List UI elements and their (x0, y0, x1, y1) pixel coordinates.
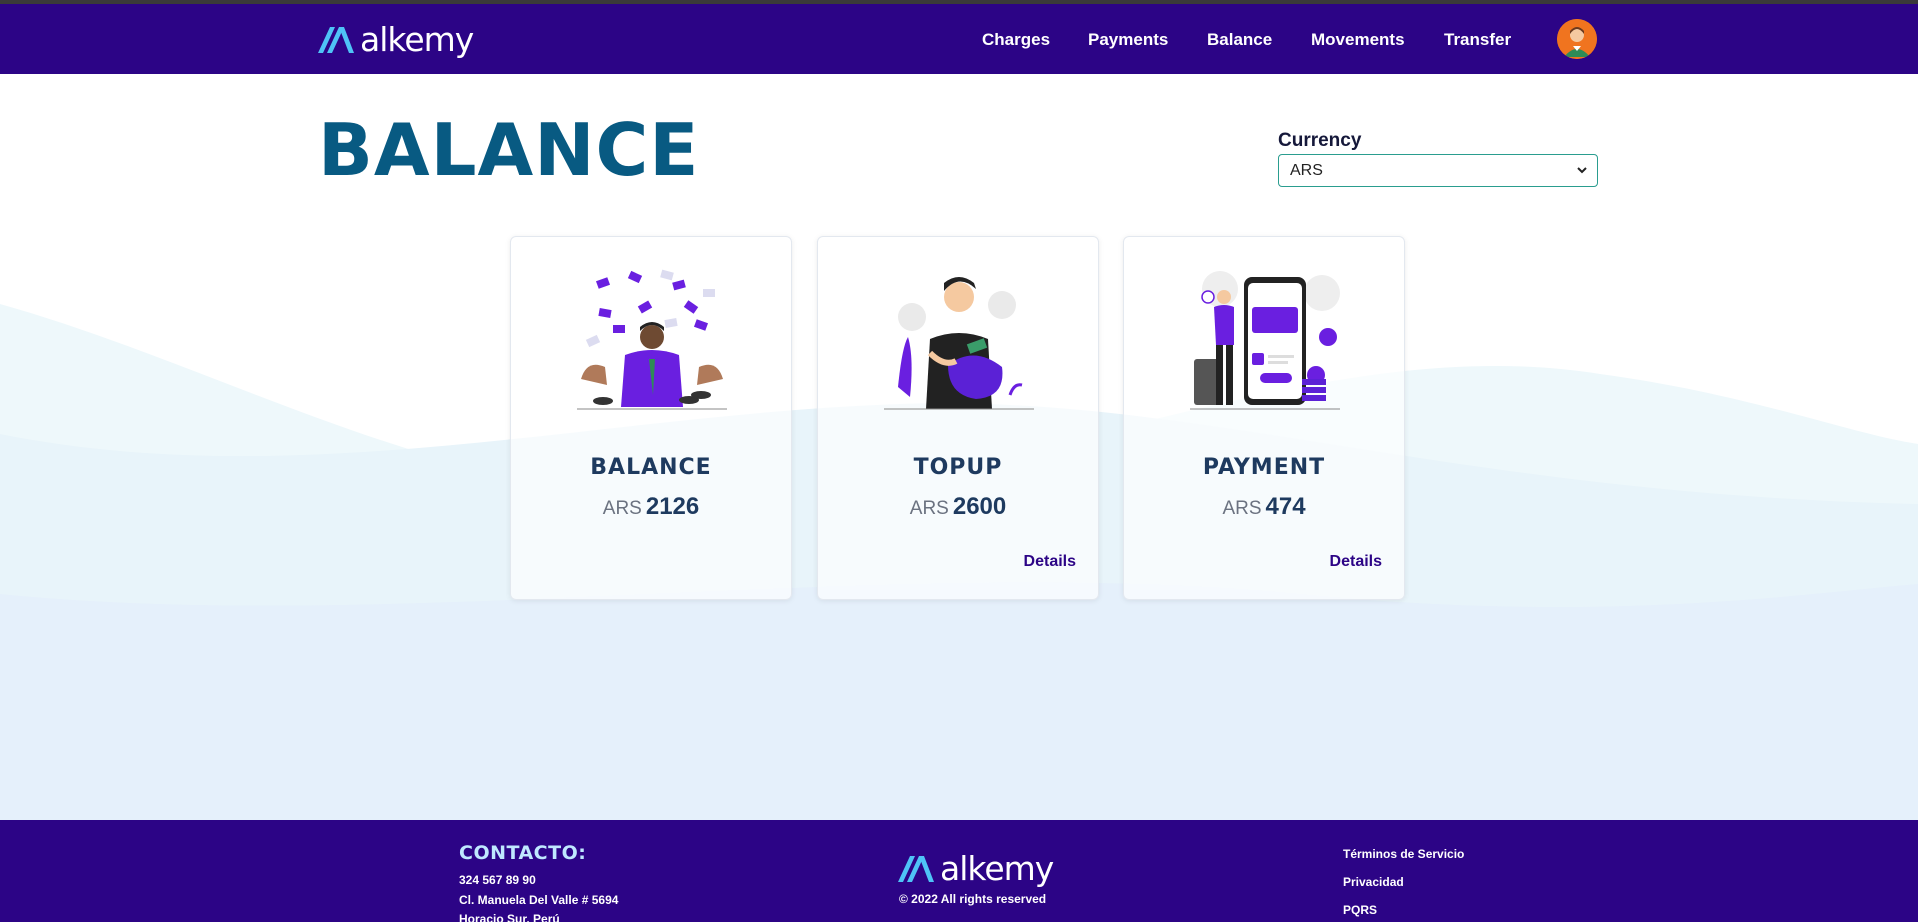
main-content: BALANCE Currency ARS BALANCE ARS 2126 TO… (0, 74, 1918, 820)
card-currency: ARS (909, 498, 949, 519)
footer-brand-name: alkemy (940, 849, 1054, 888)
footer-link-privacy[interactable]: Privacidad (1343, 875, 1404, 889)
footer-link-pqrs[interactable]: PQRS (1343, 903, 1377, 917)
card-amount: ARS 474 (1124, 495, 1404, 519)
nav-link-balance[interactable]: Balance (1207, 30, 1272, 50)
page-title: BALANCE (318, 108, 700, 192)
payment-details-link[interactable]: Details (1330, 553, 1382, 571)
footer-city: Horacio Sur, Perú (459, 912, 560, 922)
card-value: 2600 (952, 493, 1007, 520)
user-avatar-icon[interactable] (1557, 19, 1597, 59)
nav-link-payments[interactable]: Payments (1088, 30, 1168, 50)
card-value: 2126 (645, 493, 700, 520)
card-amount: ARS 2126 (511, 495, 791, 519)
main-nav: Charges Payments Balance Movements Trans… (0, 30, 1918, 60)
footer-contact-heading: CONTACTO: (459, 842, 587, 864)
mobile-payment-illustration (1190, 271, 1340, 410)
nav-link-movements[interactable]: Movements (1311, 30, 1405, 50)
nav-link-charges[interactable]: Charges (982, 30, 1050, 50)
card-value: 474 (1265, 493, 1306, 520)
footer-copyright: © 2022 All rights reserved (899, 892, 1047, 906)
navbar: alkemy Charges Payments Balance Movement… (0, 4, 1918, 74)
topup-card: TOPUP ARS 2600 Details (817, 236, 1099, 600)
money-rain-illustration (577, 269, 727, 410)
card-currency: ARS (1222, 498, 1262, 519)
currency-label: Currency (1278, 130, 1362, 151)
balance-card: BALANCE ARS 2126 (510, 236, 792, 600)
footer-phone: 324 567 89 90 (459, 873, 536, 887)
piggy-bank-illustration (884, 277, 1034, 410)
nav-link-transfer[interactable]: Transfer (1444, 30, 1511, 50)
chevron-down-icon (1577, 167, 1587, 174)
footer: CONTACTO: 324 567 89 90 Cl. Manuela Del … (0, 820, 1918, 922)
card-title: PAYMENT (1202, 455, 1326, 480)
footer-link-terms[interactable]: Términos de Servicio (1343, 847, 1464, 861)
footer-brand-logo[interactable]: alkemy (898, 849, 1054, 888)
currency-select[interactable]: ARS (1278, 154, 1598, 187)
card-amount: ARS 2600 (818, 495, 1098, 519)
footer-address: Cl. Manuela Del Valle # 5694 (459, 893, 619, 907)
topup-details-link[interactable]: Details (1024, 553, 1076, 571)
currency-selected-value: ARS (1290, 161, 1323, 179)
card-currency: ARS (602, 498, 642, 519)
card-title: TOPUP (913, 455, 1003, 480)
alkemy-logo-icon (898, 855, 934, 882)
card-title: BALANCE (590, 455, 712, 480)
payment-card: PAYMENT ARS 474 Details (1123, 236, 1405, 600)
